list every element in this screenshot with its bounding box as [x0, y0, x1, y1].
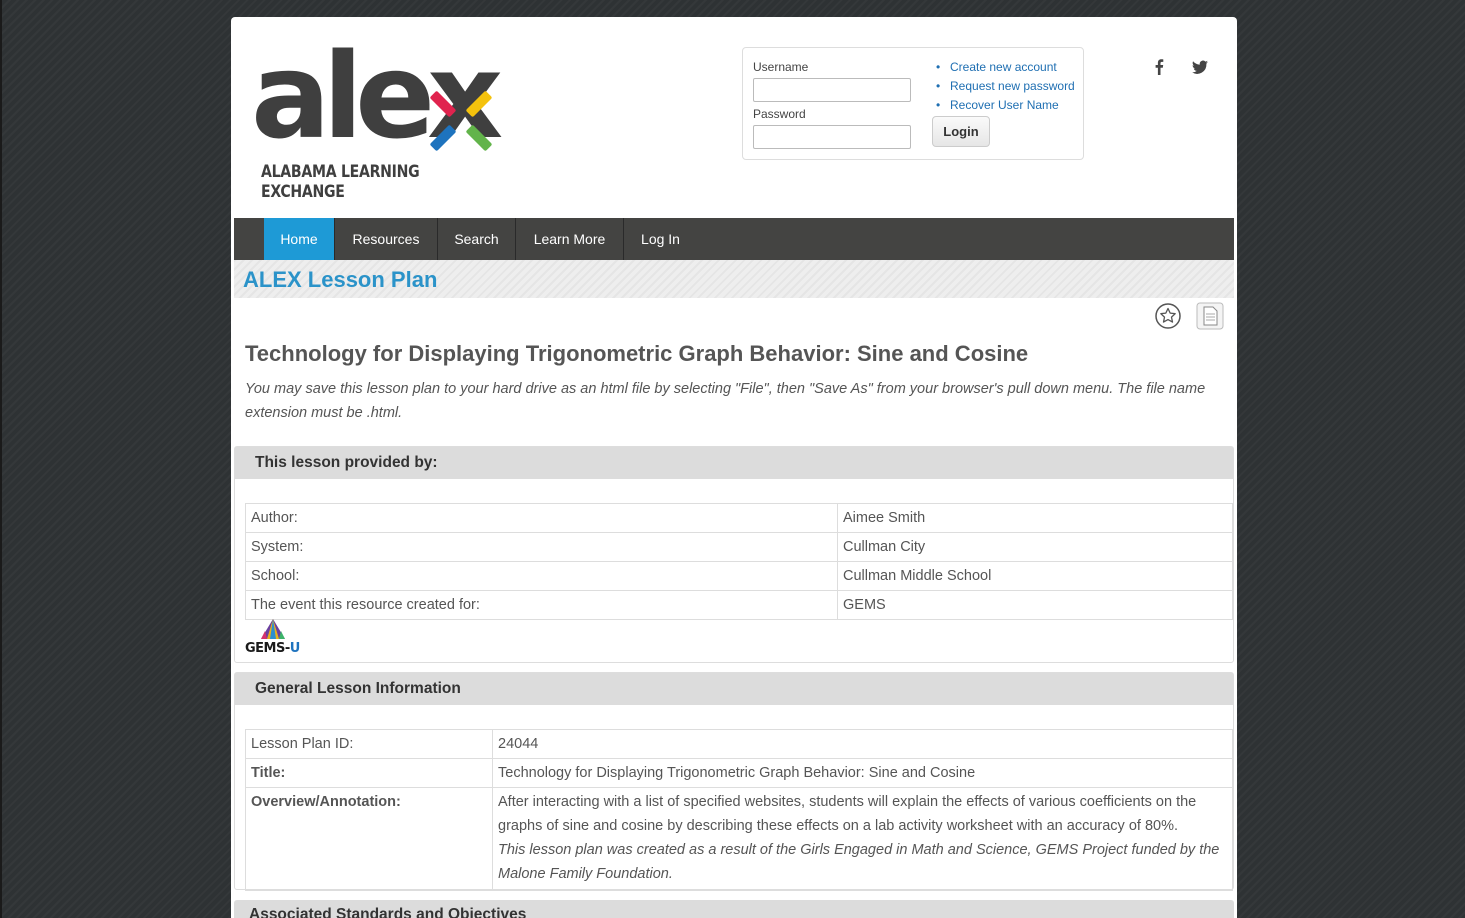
favorite-star-icon[interactable] — [1154, 302, 1182, 330]
provider-panel: This lesson provided by: Author: Aimee S… — [234, 446, 1234, 663]
general-heading: General Lesson Information — [235, 673, 1233, 705]
overview-note: This lesson plan was created as a result… — [498, 842, 1220, 882]
request-password-link[interactable]: Request new password — [936, 77, 1075, 96]
gems-text: GEMS-U — [245, 641, 300, 656]
save-instructions: You may save this lesson plan to your ha… — [245, 381, 1206, 421]
recover-username-link[interactable]: Recover User Name — [936, 96, 1075, 115]
row-label: Author: — [245, 503, 838, 533]
lesson-id-value: 24044 — [492, 729, 1233, 759]
lesson-title: Technology for Displaying Trigonometric … — [245, 341, 1029, 366]
nav-search[interactable]: Search — [438, 218, 516, 260]
nav-log-in[interactable]: Log In — [624, 218, 697, 260]
alex-logo[interactable]: alex ALABAMA LEARNING EXCHANGE — [251, 37, 503, 202]
standards-heading: Associated Standards and Objectives — [234, 900, 1234, 918]
facebook-icon[interactable] — [1149, 57, 1169, 77]
table-row: Overview/Annotation: After interacting w… — [245, 787, 1233, 891]
page-container: alex ALABAMA LEARNING EXCHANGE Username … — [231, 17, 1237, 918]
general-table: Lesson Plan ID: 24044 Title: Technology … — [245, 729, 1233, 891]
row-label: Overview/Annotation: — [245, 787, 493, 891]
row-label: Title: — [245, 758, 493, 788]
gems-u-logo: GEMS-U — [245, 619, 305, 656]
provider-heading: This lesson provided by: — [235, 447, 1233, 479]
system-value: Cullman City — [837, 532, 1233, 562]
table-row: The event this resource created for: GEM… — [245, 590, 1233, 620]
nav-learn-more[interactable]: Learn More — [516, 218, 624, 260]
gems-letter: U — [289, 641, 301, 656]
account-links: Create new account Request new password … — [936, 58, 1075, 115]
table-row: Lesson Plan ID: 24044 — [245, 729, 1233, 759]
username-label: Username — [753, 60, 809, 74]
band-title: ALEX Lesson Plan — [243, 267, 438, 292]
login-button[interactable]: Login — [932, 116, 990, 147]
overview-cell: After interacting with a list of specifi… — [492, 787, 1233, 891]
username-input[interactable] — [753, 78, 911, 102]
table-row: Title: Technology for Displaying Trigono… — [245, 758, 1233, 788]
logo-subtitle: ALABAMA LEARNING EXCHANGE — [261, 162, 420, 202]
gems-word: GEMS- — [245, 641, 290, 656]
logo-x-icon — [430, 91, 492, 151]
provider-table: Author: Aimee Smith System: Cullman City… — [245, 503, 1233, 620]
password-label: Password — [753, 107, 806, 121]
table-row: School: Cullman Middle School — [245, 561, 1233, 591]
login-panel: Username Password Create new account Req… — [742, 47, 1084, 160]
general-info-panel: General Lesson Information Lesson Plan I… — [234, 672, 1234, 891]
table-row: System: Cullman City — [245, 532, 1233, 562]
section-band: ALEX Lesson Plan — [234, 260, 1234, 298]
password-input[interactable] — [753, 125, 911, 149]
nav-home[interactable]: Home — [264, 218, 335, 260]
create-account-link[interactable]: Create new account — [936, 58, 1075, 77]
title-value: Technology for Displaying Trigonometric … — [492, 758, 1233, 788]
row-label: System: — [245, 532, 838, 562]
event-value: GEMS — [837, 590, 1233, 620]
nav-resources[interactable]: Resources — [335, 218, 438, 260]
table-row: Author: Aimee Smith — [245, 503, 1233, 533]
document-icon[interactable] — [1196, 302, 1224, 330]
left-edge — [0, 0, 2, 918]
author-value: Aimee Smith — [837, 503, 1233, 533]
row-label: School: — [245, 561, 838, 591]
gems-gem-icon — [261, 619, 285, 639]
main-nav: Home Resources Search Learn More Log In — [234, 218, 1234, 260]
twitter-icon[interactable] — [1190, 57, 1210, 77]
school-value: Cullman Middle School — [837, 561, 1233, 591]
row-label: The event this resource created for: — [245, 590, 838, 620]
row-label: Lesson Plan ID: — [245, 729, 493, 759]
overview-text: After interacting with a list of specifi… — [498, 794, 1197, 834]
